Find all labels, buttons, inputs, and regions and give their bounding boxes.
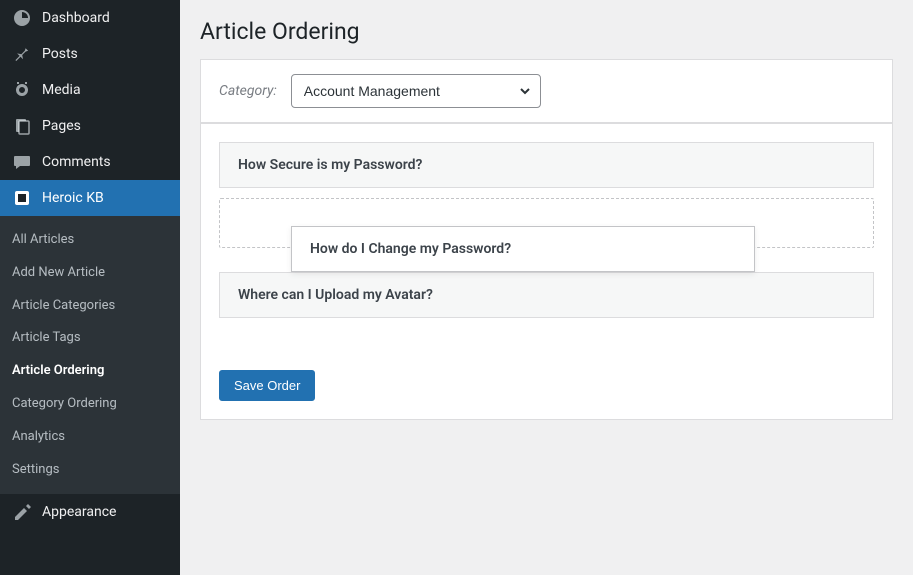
- category-select[interactable]: Account Management: [291, 74, 541, 108]
- pin-icon: [12, 44, 32, 64]
- sidebar-item-label: Comments: [42, 154, 111, 170]
- article-item[interactable]: Where can I Upload my Avatar?: [219, 272, 874, 318]
- sidebar-item-label: Appearance: [42, 504, 116, 520]
- comments-icon: [12, 152, 32, 172]
- sidebar-item-posts[interactable]: Posts: [0, 36, 180, 72]
- sidebar-item-label: Heroic KB: [42, 190, 104, 206]
- article-item-dragging[interactable]: How do I Change my Password?: [291, 226, 755, 272]
- pages-icon: [12, 116, 32, 136]
- heroic-kb-icon: [12, 188, 32, 208]
- sidebar-item-comments[interactable]: Comments: [0, 144, 180, 180]
- sidebar-item-label: Pages: [42, 118, 81, 134]
- sidebar-item-pages[interactable]: Pages: [0, 108, 180, 144]
- submenu-item-article-ordering[interactable]: Article Ordering: [0, 355, 180, 388]
- sidebar-item-label: Posts: [42, 46, 78, 62]
- article-sortable-list: How Secure is my Password? How do I Chan…: [219, 142, 874, 318]
- submenu-item-add-new-article[interactable]: Add New Article: [0, 257, 180, 290]
- article-item[interactable]: How Secure is my Password?: [219, 142, 874, 188]
- save-row: Save Order: [201, 370, 892, 419]
- submenu-item-article-tags[interactable]: Article Tags: [0, 322, 180, 355]
- sidebar-submenu: All Articles Add New Article Article Cat…: [0, 216, 180, 494]
- appearance-icon: [12, 502, 32, 522]
- media-icon: [12, 80, 32, 100]
- main-content: Article Ordering Category: Account Manag…: [180, 0, 913, 575]
- category-label: Category:: [219, 83, 277, 99]
- sidebar-item-label: Dashboard: [42, 10, 110, 26]
- sidebar-item-appearance[interactable]: Appearance: [0, 494, 180, 530]
- admin-sidebar: Dashboard Posts Media Pages Comments Her…: [0, 0, 180, 575]
- page-title: Article Ordering: [200, 18, 893, 45]
- sortable-panel: How Secure is my Password? How do I Chan…: [200, 123, 893, 420]
- submenu-item-article-categories[interactable]: Article Categories: [0, 290, 180, 323]
- submenu-item-category-ordering[interactable]: Category Ordering: [0, 388, 180, 421]
- category-select-wrap: Account Management: [291, 74, 541, 108]
- sidebar-item-heroic-kb[interactable]: Heroic KB: [0, 180, 180, 216]
- submenu-item-settings[interactable]: Settings: [0, 454, 180, 487]
- save-order-button[interactable]: Save Order: [219, 370, 315, 401]
- sidebar-item-dashboard[interactable]: Dashboard: [0, 0, 180, 36]
- category-filter-panel: Category: Account Management: [200, 59, 893, 123]
- dashboard-icon: [12, 8, 32, 28]
- sidebar-item-media[interactable]: Media: [0, 72, 180, 108]
- submenu-item-analytics[interactable]: Analytics: [0, 421, 180, 454]
- sidebar-item-label: Media: [42, 82, 81, 98]
- submenu-item-all-articles[interactable]: All Articles: [0, 224, 180, 257]
